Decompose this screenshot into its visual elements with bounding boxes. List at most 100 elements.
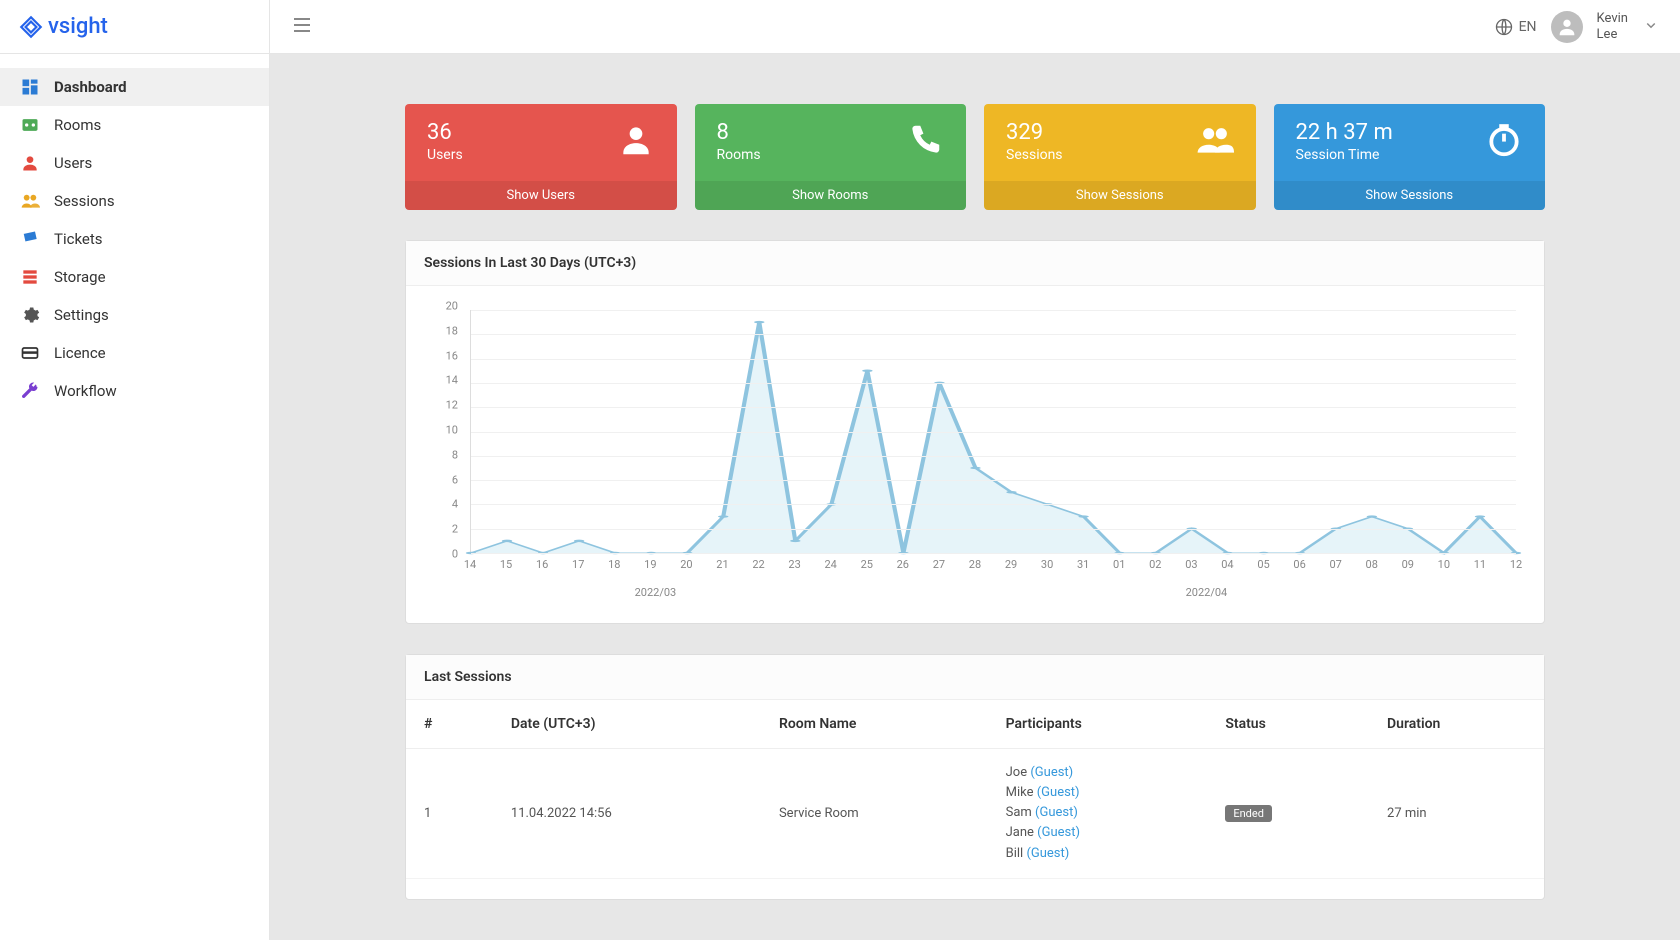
- x-tick-label: 31: [1077, 558, 1089, 571]
- card-link[interactable]: Show Users: [405, 181, 677, 210]
- x-tick-label: 09: [1402, 558, 1414, 571]
- card-link[interactable]: Show Sessions: [1274, 181, 1546, 210]
- sidebar-item-users[interactable]: Users: [0, 144, 269, 182]
- last-sessions-title: Last Sessions: [406, 655, 1544, 700]
- language-selector[interactable]: EN: [1494, 17, 1537, 37]
- x-tick-label: 10: [1438, 558, 1450, 571]
- room-icon: [20, 115, 40, 135]
- sidebar-item-settings[interactable]: Settings: [0, 296, 269, 334]
- cell-duration: 27 min: [1369, 749, 1544, 879]
- sidebar-item-label: Licence: [54, 344, 106, 362]
- stat-card-users: 36UsersShow Users: [405, 104, 677, 210]
- table-header: Participants: [988, 700, 1208, 749]
- x-tick-label: 28: [969, 558, 981, 571]
- x-tick-label: 12: [1510, 558, 1522, 571]
- x-tick-label: 23: [788, 558, 800, 571]
- x-tick-label: 02: [1149, 558, 1161, 571]
- y-tick-label: 4: [452, 498, 458, 511]
- sessions-icon: [20, 191, 40, 211]
- x-tick-label: 04: [1221, 558, 1233, 571]
- cell-date: 11.04.2022 14:56: [493, 749, 761, 879]
- table-header: Date (UTC+3): [493, 700, 761, 749]
- user-first-name: Kevin: [1597, 11, 1628, 27]
- month-label: 2022/03: [424, 586, 887, 599]
- table-header: Room Name: [761, 700, 988, 749]
- person-icon: [617, 121, 655, 163]
- hamburger-icon: [290, 13, 314, 37]
- cell-participants: Joe (Guest)Mike (Guest)Sam (Guest)Jane (…: [988, 749, 1208, 879]
- sidebar-item-dashboard[interactable]: Dashboard: [0, 68, 269, 106]
- x-tick-label: 21: [716, 558, 728, 571]
- y-tick-label: 18: [446, 324, 458, 337]
- chart-panel-title: Sessions In Last 30 Days (UTC+3): [406, 241, 1544, 286]
- sidebar-item-label: Tickets: [54, 230, 103, 248]
- sidebar-item-workflow[interactable]: Workflow: [0, 372, 269, 410]
- main-content: 36UsersShow Users8RoomsShow Rooms 329 Sess…: [270, 54, 1680, 940]
- y-tick-label: 16: [446, 349, 458, 362]
- x-tick-label: 14: [464, 558, 476, 571]
- y-tick-label: 12: [446, 399, 458, 412]
- x-tick-label: 27: [933, 558, 945, 571]
- globe-icon: [1494, 17, 1514, 37]
- avatar[interactable]: [1551, 11, 1583, 43]
- user-menu-chevron[interactable]: [1642, 16, 1660, 38]
- sidebar-item-rooms[interactable]: Rooms: [0, 106, 269, 144]
- language-label: EN: [1519, 19, 1537, 35]
- y-tick-label: 8: [452, 448, 458, 461]
- stat-card-session-time: 22 h 37 mSession TimeShow Sessions: [1274, 104, 1546, 210]
- card-label: Session Time: [1296, 147, 1393, 163]
- logo[interactable]: vsight: [18, 14, 108, 40]
- sidebar: Dashboard Rooms Users Sessions Tickets Storag…: [0, 54, 270, 940]
- x-tick-label: 29: [1005, 558, 1017, 571]
- x-tick-label: 18: [608, 558, 620, 571]
- sidebar-item-tickets[interactable]: Tickets: [0, 220, 269, 258]
- people-icon: [1196, 121, 1234, 163]
- month-label: 2022/04: [887, 586, 1526, 599]
- x-tick-label: 03: [1185, 558, 1197, 571]
- card-label: Sessions: [1006, 147, 1063, 163]
- user-last-name: Lee: [1597, 27, 1628, 43]
- sidebar-item-label: Sessions: [54, 192, 115, 210]
- sidebar-item-sessions[interactable]: Sessions: [0, 182, 269, 220]
- stat-card-rooms: 8RoomsShow Rooms: [695, 104, 967, 210]
- wrench-icon: [20, 381, 40, 401]
- sidebar-item-storage[interactable]: Storage: [0, 258, 269, 296]
- card-link[interactable]: Show Rooms: [695, 181, 967, 210]
- table-header: #: [406, 700, 493, 749]
- cell-num: 1: [406, 749, 493, 879]
- sidebar-item-label: Settings: [54, 306, 109, 324]
- y-tick-label: 2: [452, 523, 458, 536]
- x-tick-label: 20: [680, 558, 692, 571]
- logo-icon: [18, 14, 44, 40]
- status-badge: Ended: [1225, 805, 1272, 822]
- sessions-chart: 02468101214161820 1415161718192021222324…: [424, 306, 1526, 576]
- table-row[interactable]: 111.04.2022 14:56Service RoomJoe (Guest)…: [406, 749, 1544, 879]
- y-tick-label: 6: [452, 473, 458, 486]
- x-tick-label: 11: [1474, 558, 1486, 571]
- x-tick-label: 16: [536, 558, 548, 571]
- x-tick-label: 25: [861, 558, 873, 571]
- x-tick-label: 15: [500, 558, 512, 571]
- user-menu[interactable]: Kevin Lee: [1597, 11, 1628, 42]
- x-tick-label: 19: [644, 558, 656, 571]
- menu-toggle-button[interactable]: [290, 13, 314, 41]
- sidebar-item-label: Rooms: [54, 116, 101, 134]
- sidebar-item-label: Dashboard: [54, 78, 127, 96]
- header: vsight EN Kevin Lee: [0, 0, 1680, 54]
- cell-status: Ended: [1207, 749, 1369, 879]
- user-icon: [20, 153, 40, 173]
- y-tick-label: 14: [446, 374, 458, 387]
- card-value: 8: [717, 120, 761, 145]
- x-tick-label: 30: [1041, 558, 1053, 571]
- card-value: 329: [1006, 120, 1063, 145]
- sidebar-item-licence[interactable]: Licence: [0, 334, 269, 372]
- chart-panel: Sessions In Last 30 Days (UTC+3) 02 4 6 8 10…: [405, 240, 1545, 624]
- stat-card-sessions: 329 Sessions Show Sessions: [984, 104, 1256, 210]
- x-tick-label: 22: [752, 558, 764, 571]
- sessions-table: #Date (UTC+3)Room NameParticipantsStatus…: [406, 700, 1544, 879]
- avatar-icon: [1556, 16, 1578, 38]
- card-link[interactable]: Show Sessions: [984, 181, 1256, 210]
- sidebar-item-label: Storage: [54, 268, 106, 286]
- x-tick-label: 06: [1293, 558, 1305, 571]
- phone-icon: [906, 121, 944, 163]
